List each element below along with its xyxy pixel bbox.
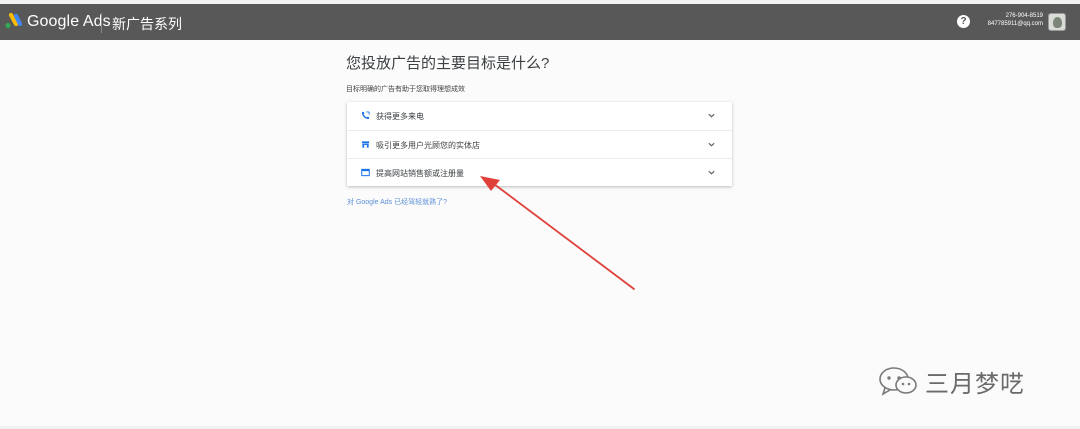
watermark-text: 三月梦呓 [925,369,1025,398]
phone-icon [361,111,370,120]
google-ads-logo-icon[interactable] [4,13,22,31]
account-info[interactable]: 276-904-8519 847785911@qq.com [988,12,1043,28]
goal-subtitle: 目标明确的广告有助于您取得理想成效 [346,86,465,93]
avatar[interactable] [1048,13,1066,31]
account-phone: 276-904-8519 [1005,13,1043,19]
goal-option-calls[interactable]: 获得更多来电 [347,102,732,130]
page: Google Ads 新广告系列 ? 276-904-8519 84778591… [0,0,1080,429]
brand-name[interactable]: Google Ads [27,13,111,31]
help-icon[interactable]: ? [957,15,970,28]
store-icon [361,141,370,148]
chevron-down-icon[interactable] [707,111,716,120]
wechat-icon [879,367,917,396]
goal-option-store-visits[interactable]: 吸引更多用户光顾您的实体店 [347,130,732,159]
account-email: 847785911@qq.com [987,21,1043,27]
goal-option-label: 吸引更多用户光顾您的实体店 [376,141,480,150]
goal-option-label: 获得更多来电 [376,112,424,121]
expert-mode-link[interactable]: 对 Google Ads 已经驾轻就熟了? [347,197,447,207]
goal-option-label: 提高网站销售额或注册量 [376,169,464,178]
top-app-bar: Google Ads 新广告系列 ? 276-904-8519 84778591… [0,4,1080,40]
website-icon [361,168,370,177]
chevron-down-icon[interactable] [707,168,716,177]
chevron-down-icon[interactable] [707,140,716,149]
goal-options-card: 获得更多来电 吸引更多用户光顾您的实体店 提高网站销售额或注册量 [347,102,732,186]
goal-option-website-sales[interactable]: 提高网站销售额或注册量 [347,158,732,187]
goal-question: 您投放广告的主要目标是什么? [346,55,550,72]
header-divider [101,13,102,33]
watermark: 三月梦呓 [877,364,1025,398]
page-title: 新广告系列 [112,16,182,32]
